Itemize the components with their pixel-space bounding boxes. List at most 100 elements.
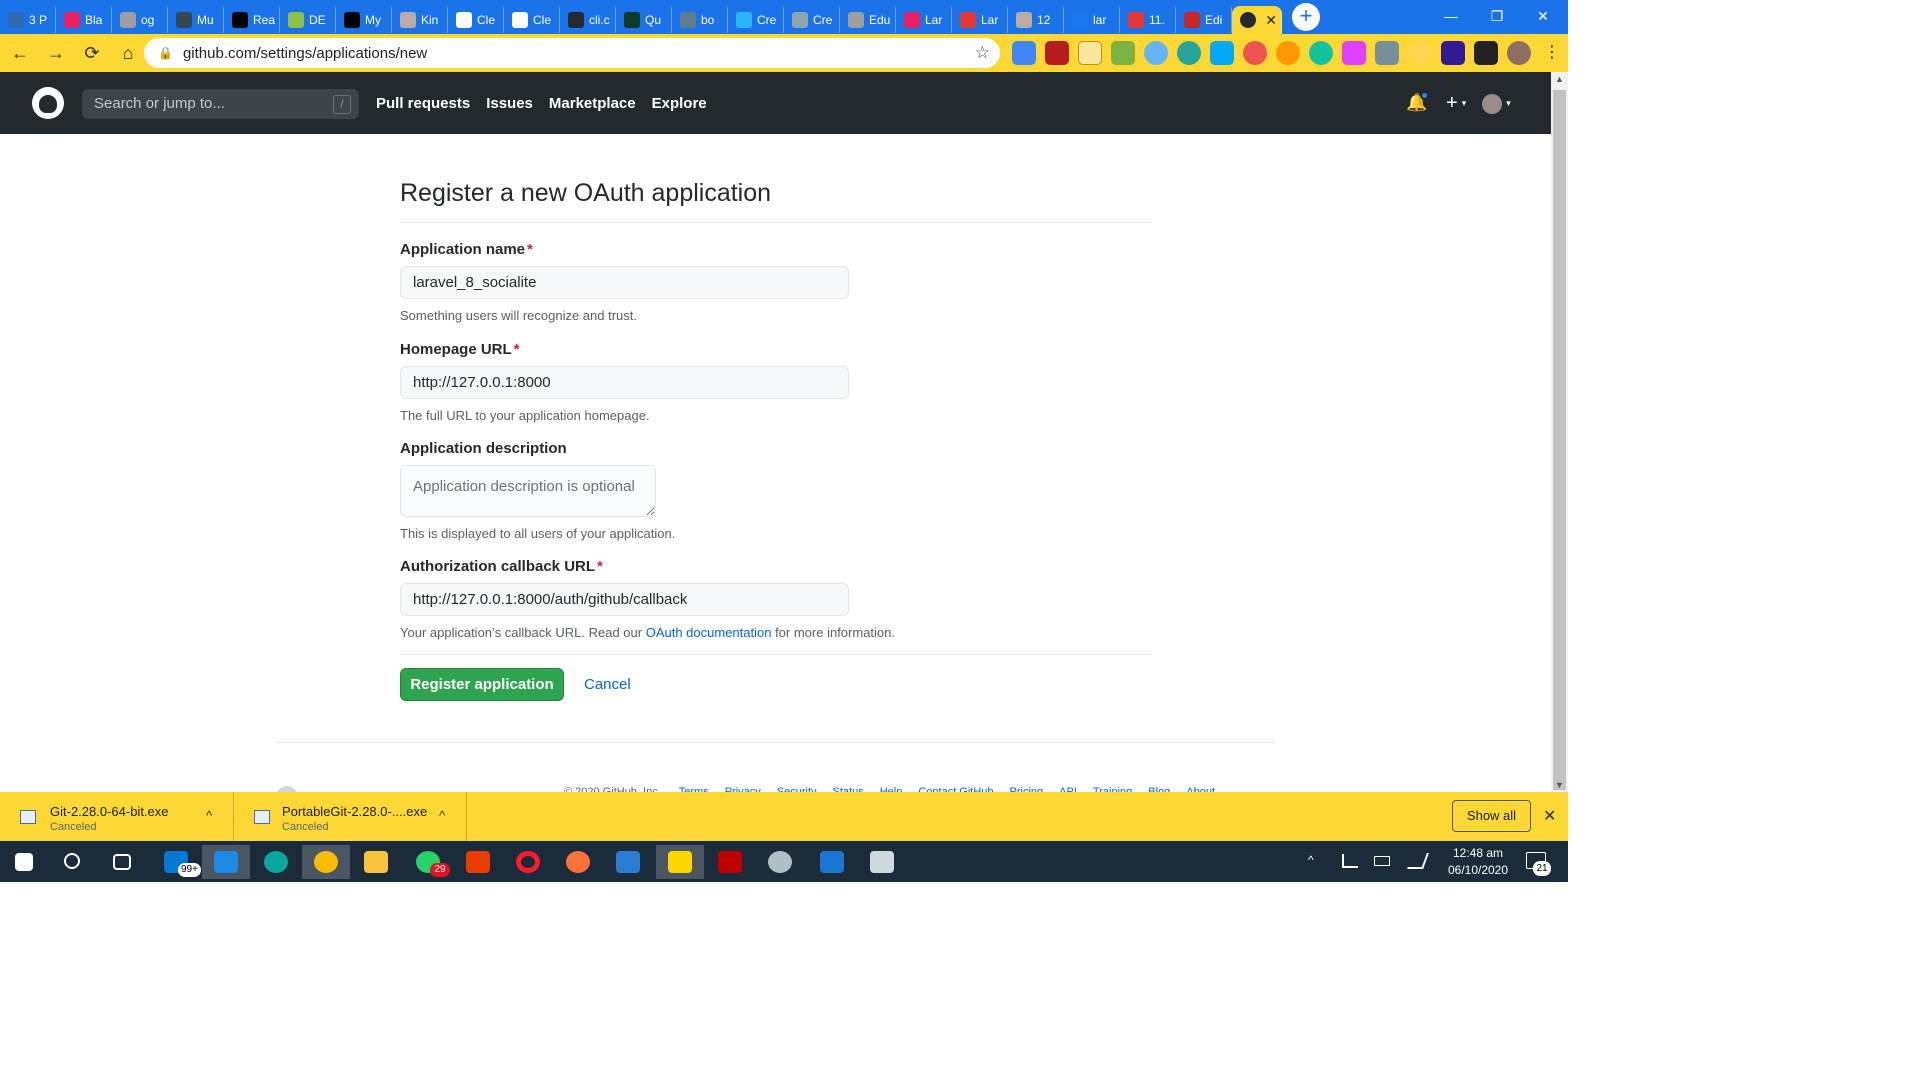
tray-chevron-icon[interactable]: ^ — [1308, 853, 1314, 894]
browser-tab-active[interactable]: ✕ — [1232, 6, 1282, 34]
bookmark-star-icon[interactable]: ☆ — [975, 43, 990, 63]
photos-app[interactable] — [808, 845, 856, 879]
browser-tab[interactable]: 3 P — [0, 7, 56, 33]
close-window-button[interactable]: ✕ — [1520, 0, 1566, 34]
mail-app[interactable]: 99+ — [152, 845, 201, 879]
nav-pull-requests[interactable]: Pull requests — [376, 95, 470, 112]
cancel-link[interactable]: Cancel — [584, 676, 631, 693]
create-caret-icon[interactable]: ▾ — [1462, 98, 1467, 109]
callback-url-input[interactable] — [400, 583, 849, 616]
close-download-bar-icon[interactable]: ✕ — [1543, 806, 1556, 826]
browser-tab[interactable]: Kin — [392, 7, 448, 33]
scroll-up-arrow-icon[interactable]: ▲ — [1555, 74, 1564, 84]
flower-extension-icon[interactable] — [1408, 41, 1432, 65]
register-application-button[interactable]: Register application — [400, 668, 564, 701]
app-name-input[interactable] — [400, 266, 849, 299]
battery-icon[interactable] — [1374, 856, 1390, 866]
create-new-plus-icon[interactable]: + — [1446, 92, 1458, 115]
record-extension-icon[interactable] — [1243, 41, 1267, 65]
close-tab-icon[interactable]: ✕ — [1265, 12, 1277, 29]
browser-tab[interactable]: cli.c — [560, 7, 616, 33]
browser-tab[interactable]: Lar — [952, 7, 1008, 33]
puzzle-extensions-icon[interactable] — [1474, 41, 1498, 65]
office-app[interactable] — [454, 845, 502, 879]
home-button[interactable]: ⌂ — [112, 37, 144, 69]
browser-tab[interactable]: Rea — [224, 7, 280, 33]
firefox-app[interactable] — [554, 845, 602, 879]
new-tab-button[interactable]: + — [1292, 3, 1320, 31]
address-url[interactable]: github.com/settings/applications/new — [183, 45, 427, 62]
user-avatar[interactable] — [1482, 93, 1503, 114]
search-taskbar-button[interactable] — [48, 845, 96, 879]
download-menu-arrow-icon[interactable]: ^ — [439, 808, 445, 823]
cap-extension-icon[interactable] — [1441, 41, 1465, 65]
chrome-app[interactable] — [302, 845, 350, 879]
start-button[interactable] — [0, 845, 48, 879]
oauth-documentation-link[interactable]: OAuth documentation — [646, 625, 772, 640]
opera-app[interactable] — [504, 845, 552, 879]
writer-app[interactable] — [604, 845, 652, 879]
whatsapp-app[interactable]: 29 — [404, 845, 452, 879]
forward-button[interactable]: → — [40, 37, 72, 69]
address-bar[interactable]: 🔒 github.com/settings/applications/new ☆ — [144, 38, 1000, 68]
m-extension-icon[interactable] — [1177, 41, 1201, 65]
download-menu-arrow-icon[interactable]: ^ — [206, 808, 212, 823]
browser-tab[interactable]: bo — [672, 7, 728, 33]
file-explorer-app[interactable] — [352, 845, 400, 879]
translate-extension-icon[interactable] — [1012, 41, 1036, 65]
task-view-button[interactable] — [98, 845, 146, 879]
browser-tab[interactable]: Bla — [56, 7, 112, 33]
pen-icon[interactable] — [1407, 853, 1429, 869]
filezilla-app[interactable] — [706, 845, 754, 879]
browser-tab[interactable]: Qu — [616, 7, 672, 33]
chrome-menu-icon[interactable]: ⋮ — [1540, 41, 1564, 65]
scroll-thumb[interactable] — [1553, 90, 1566, 790]
back-button[interactable]: ← — [4, 37, 36, 69]
homepage-url-input[interactable] — [400, 366, 849, 399]
browser-tab[interactable]: og — [112, 7, 168, 33]
browser-tab[interactable]: DE — [280, 7, 336, 33]
description-textarea[interactable] — [400, 465, 656, 517]
github-logo-icon[interactable] — [32, 87, 64, 119]
grammarly-extension-icon[interactable] — [1309, 41, 1333, 65]
download-item[interactable]: Git-2.28.0-64-bit.exe Canceled ^ — [0, 792, 234, 841]
color-extension-icon[interactable] — [1342, 41, 1366, 65]
browser-tab[interactable]: Edu — [840, 7, 896, 33]
browser-tab[interactable]: Cle — [504, 7, 560, 33]
download-item[interactable]: PortableGit-2.28.0-....exe Canceled ^ — [234, 792, 467, 841]
browser-tab[interactable]: 12 — [1008, 7, 1064, 33]
browser-tab[interactable]: Mu — [168, 7, 224, 33]
user-menu-caret-icon[interactable]: ▾ — [1506, 98, 1511, 109]
browser-tab[interactable]: Cle — [448, 7, 504, 33]
ring-extension-icon[interactable] — [1276, 41, 1300, 65]
paint-app[interactable] — [756, 845, 804, 879]
edge-app[interactable] — [252, 845, 300, 879]
help-extension-icon[interactable] — [1375, 41, 1399, 65]
notifications-bell-icon[interactable]: 🔔 — [1406, 90, 1429, 115]
code-extension-icon[interactable] — [1111, 41, 1135, 65]
edit-extension-icon[interactable] — [1144, 41, 1168, 65]
scroll-down-arrow-icon[interactable]: ▼ — [1555, 780, 1564, 790]
browser-tab[interactable]: Cre — [728, 7, 784, 33]
search-input[interactable]: Search or jump to... / — [82, 89, 359, 119]
wifi-icon[interactable] — [1342, 854, 1358, 868]
browser-tab[interactable]: Lar — [896, 7, 952, 33]
browser-tab[interactable]: Edi — [1176, 7, 1232, 33]
browser-tab[interactable]: lar — [1064, 7, 1120, 33]
reload-button[interactable]: ⟳ — [76, 37, 108, 69]
minimize-button[interactable]: — — [1428, 0, 1474, 34]
vscode-app[interactable] — [202, 845, 250, 879]
profile-avatar[interactable] — [1507, 41, 1531, 65]
browser-tab[interactable]: My — [336, 7, 392, 33]
sticky-notes-app[interactable] — [656, 845, 704, 879]
system-clock[interactable]: 12:48 am 06/10/2020 — [1440, 845, 1516, 879]
browser-tab[interactable]: Cre — [784, 7, 840, 33]
show-all-downloads-button[interactable]: Show all — [1452, 800, 1531, 832]
maximize-button[interactable]: ❐ — [1474, 0, 1520, 34]
nav-issues[interactable]: Issues — [486, 95, 533, 112]
dictionary-extension-icon[interactable] — [1045, 41, 1069, 65]
json-extension-icon[interactable] — [1078, 41, 1102, 65]
page-scrollbar[interactable]: ▲ ▼ — [1551, 72, 1568, 792]
screen-extension-icon[interactable] — [1210, 41, 1234, 65]
nav-marketplace[interactable]: Marketplace — [549, 95, 636, 112]
